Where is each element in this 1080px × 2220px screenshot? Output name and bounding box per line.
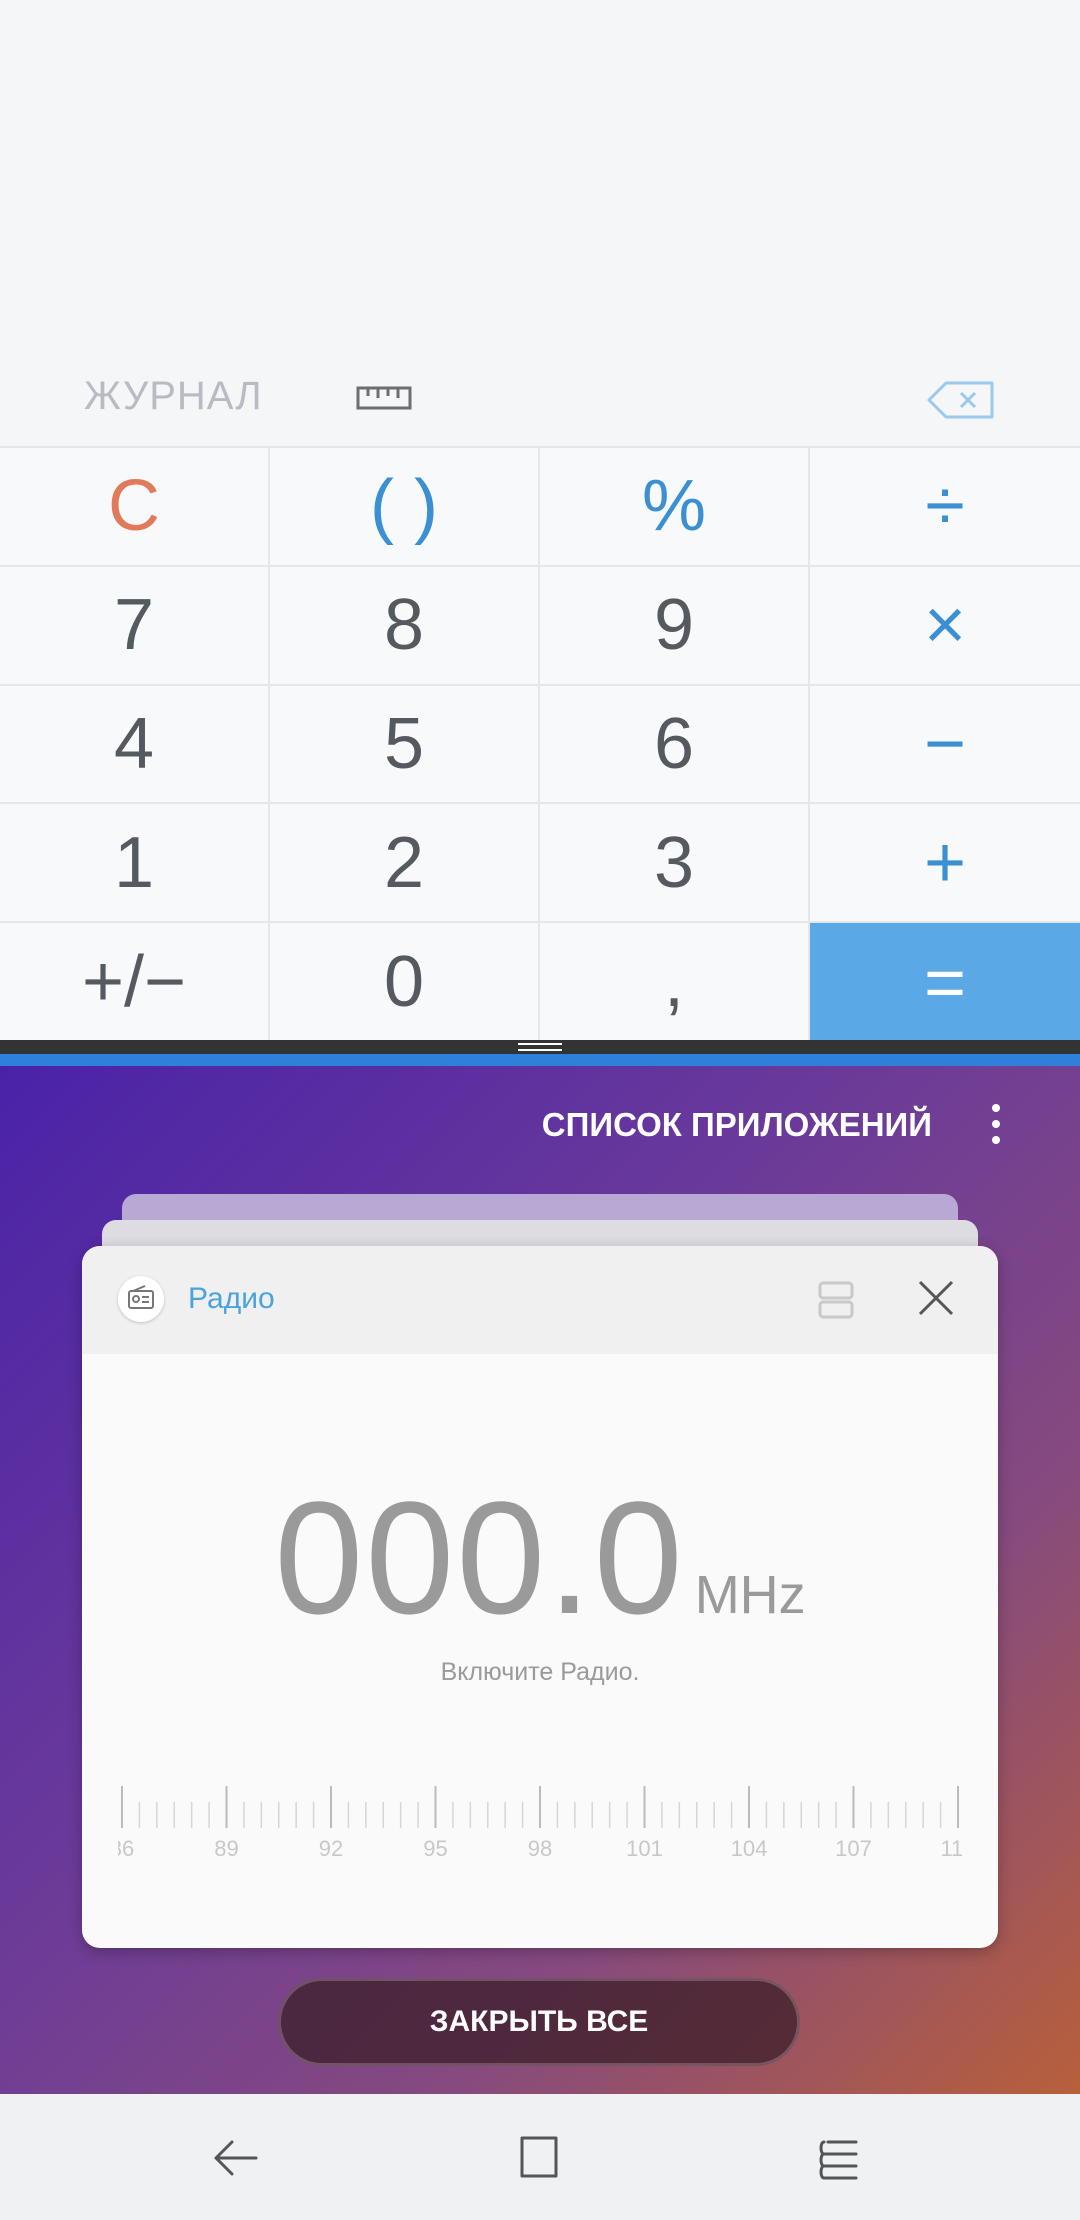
card-app-name: Радио (188, 1282, 275, 1315)
frequency-value: 000.0 (274, 1468, 685, 1647)
recents-icon[interactable] (814, 2132, 866, 2184)
key-5[interactable]: 5 (270, 685, 540, 805)
key-3[interactable]: 3 (540, 804, 810, 924)
scale-label: 107 (835, 1836, 872, 1861)
key-9[interactable]: 9 (540, 566, 810, 686)
calculator-toolbar: ЖУРНАЛ (0, 340, 1080, 446)
key-minus[interactable]: − (810, 686, 1080, 805)
calculator-display[interactable] (0, 0, 1080, 340)
radio-icon (128, 1285, 154, 1309)
split-screen-icon[interactable] (818, 1280, 854, 1320)
key-6[interactable]: 6 (540, 685, 810, 805)
key-parentheses[interactable]: ( ) (270, 448, 540, 567)
calculator-keypad: C( )% ÷ 7 8 9 × 4 5 6− 1 2 3 + +/− 0, = (0, 446, 1080, 1042)
back-icon[interactable] (210, 2132, 262, 2184)
divider-handle-icon[interactable] (518, 1043, 562, 1051)
scale-label: 95 (423, 1836, 447, 1861)
split-highlight-strip (0, 1054, 1080, 1066)
radio-app-card[interactable]: Радио 000.0MHz Включите Радио. 86 89 92 95 9… (82, 1246, 998, 1948)
key-sign[interactable]: +/− (0, 923, 270, 1042)
frequency-scale: 86 89 92 95 98 101 104 107 110 (118, 1786, 962, 1861)
key-multiply[interactable]: × (810, 567, 1080, 686)
calculator-app: ЖУРНАЛ C( )% ÷ 7 8 9 × 4 5 6− 1 2 3 + +/− 0, = (0, 0, 1080, 1042)
key-4[interactable]: 4 (0, 685, 270, 805)
close-all-button[interactable]: ЗАКРЫТЬ ВСЕ (278, 1978, 800, 2066)
card-header: Радио (82, 1246, 998, 1354)
app-list-title[interactable]: СПИСОК ПРИЛОЖЕНИЙ (542, 1106, 932, 1144)
key-percent[interactable]: % (540, 448, 810, 567)
scale-label: 104 (731, 1836, 768, 1861)
close-icon[interactable] (916, 1278, 956, 1318)
navigation-bar (0, 2094, 1080, 2220)
key-divide[interactable]: ÷ (810, 448, 1080, 567)
recent-apps-panel: СПИСОК ПРИЛОЖЕНИЙ Радио 000.0 MHz Включи… (0, 1066, 1080, 2094)
scale-label: 92 (319, 1836, 343, 1861)
scale-label: 110 (940, 1836, 962, 1861)
key-equals[interactable]: = (810, 923, 1080, 1042)
key-clear[interactable]: C (0, 448, 270, 567)
key-2[interactable]: 2 (270, 804, 540, 924)
scale-label: 86 (118, 1836, 134, 1861)
scale-label: 101 (626, 1836, 663, 1861)
key-plus[interactable]: + (810, 804, 1080, 924)
key-0[interactable]: 0 (270, 923, 540, 1042)
backspace-icon[interactable] (926, 380, 996, 420)
scale-label: 89 (214, 1836, 238, 1861)
key-comma[interactable]: , (540, 923, 810, 1042)
scale-label: 98 (528, 1836, 552, 1861)
radio-app-icon (118, 1276, 164, 1322)
frequency-unit: MHz (694, 1565, 806, 1625)
key-1[interactable]: 1 (0, 804, 270, 924)
frequency-readout: 000.0 MHz (82, 1466, 998, 1650)
history-button[interactable]: ЖУРНАЛ (84, 374, 263, 419)
key-8[interactable]: 8 (270, 566, 540, 686)
ruler-icon[interactable] (356, 384, 412, 412)
more-options-icon[interactable] (986, 1104, 1006, 1152)
home-icon[interactable] (512, 2132, 564, 2184)
radio-hint: Включите Радио. (440, 1658, 640, 1686)
split-screen-divider[interactable] (0, 1040, 1080, 1054)
key-7[interactable]: 7 (0, 566, 270, 686)
